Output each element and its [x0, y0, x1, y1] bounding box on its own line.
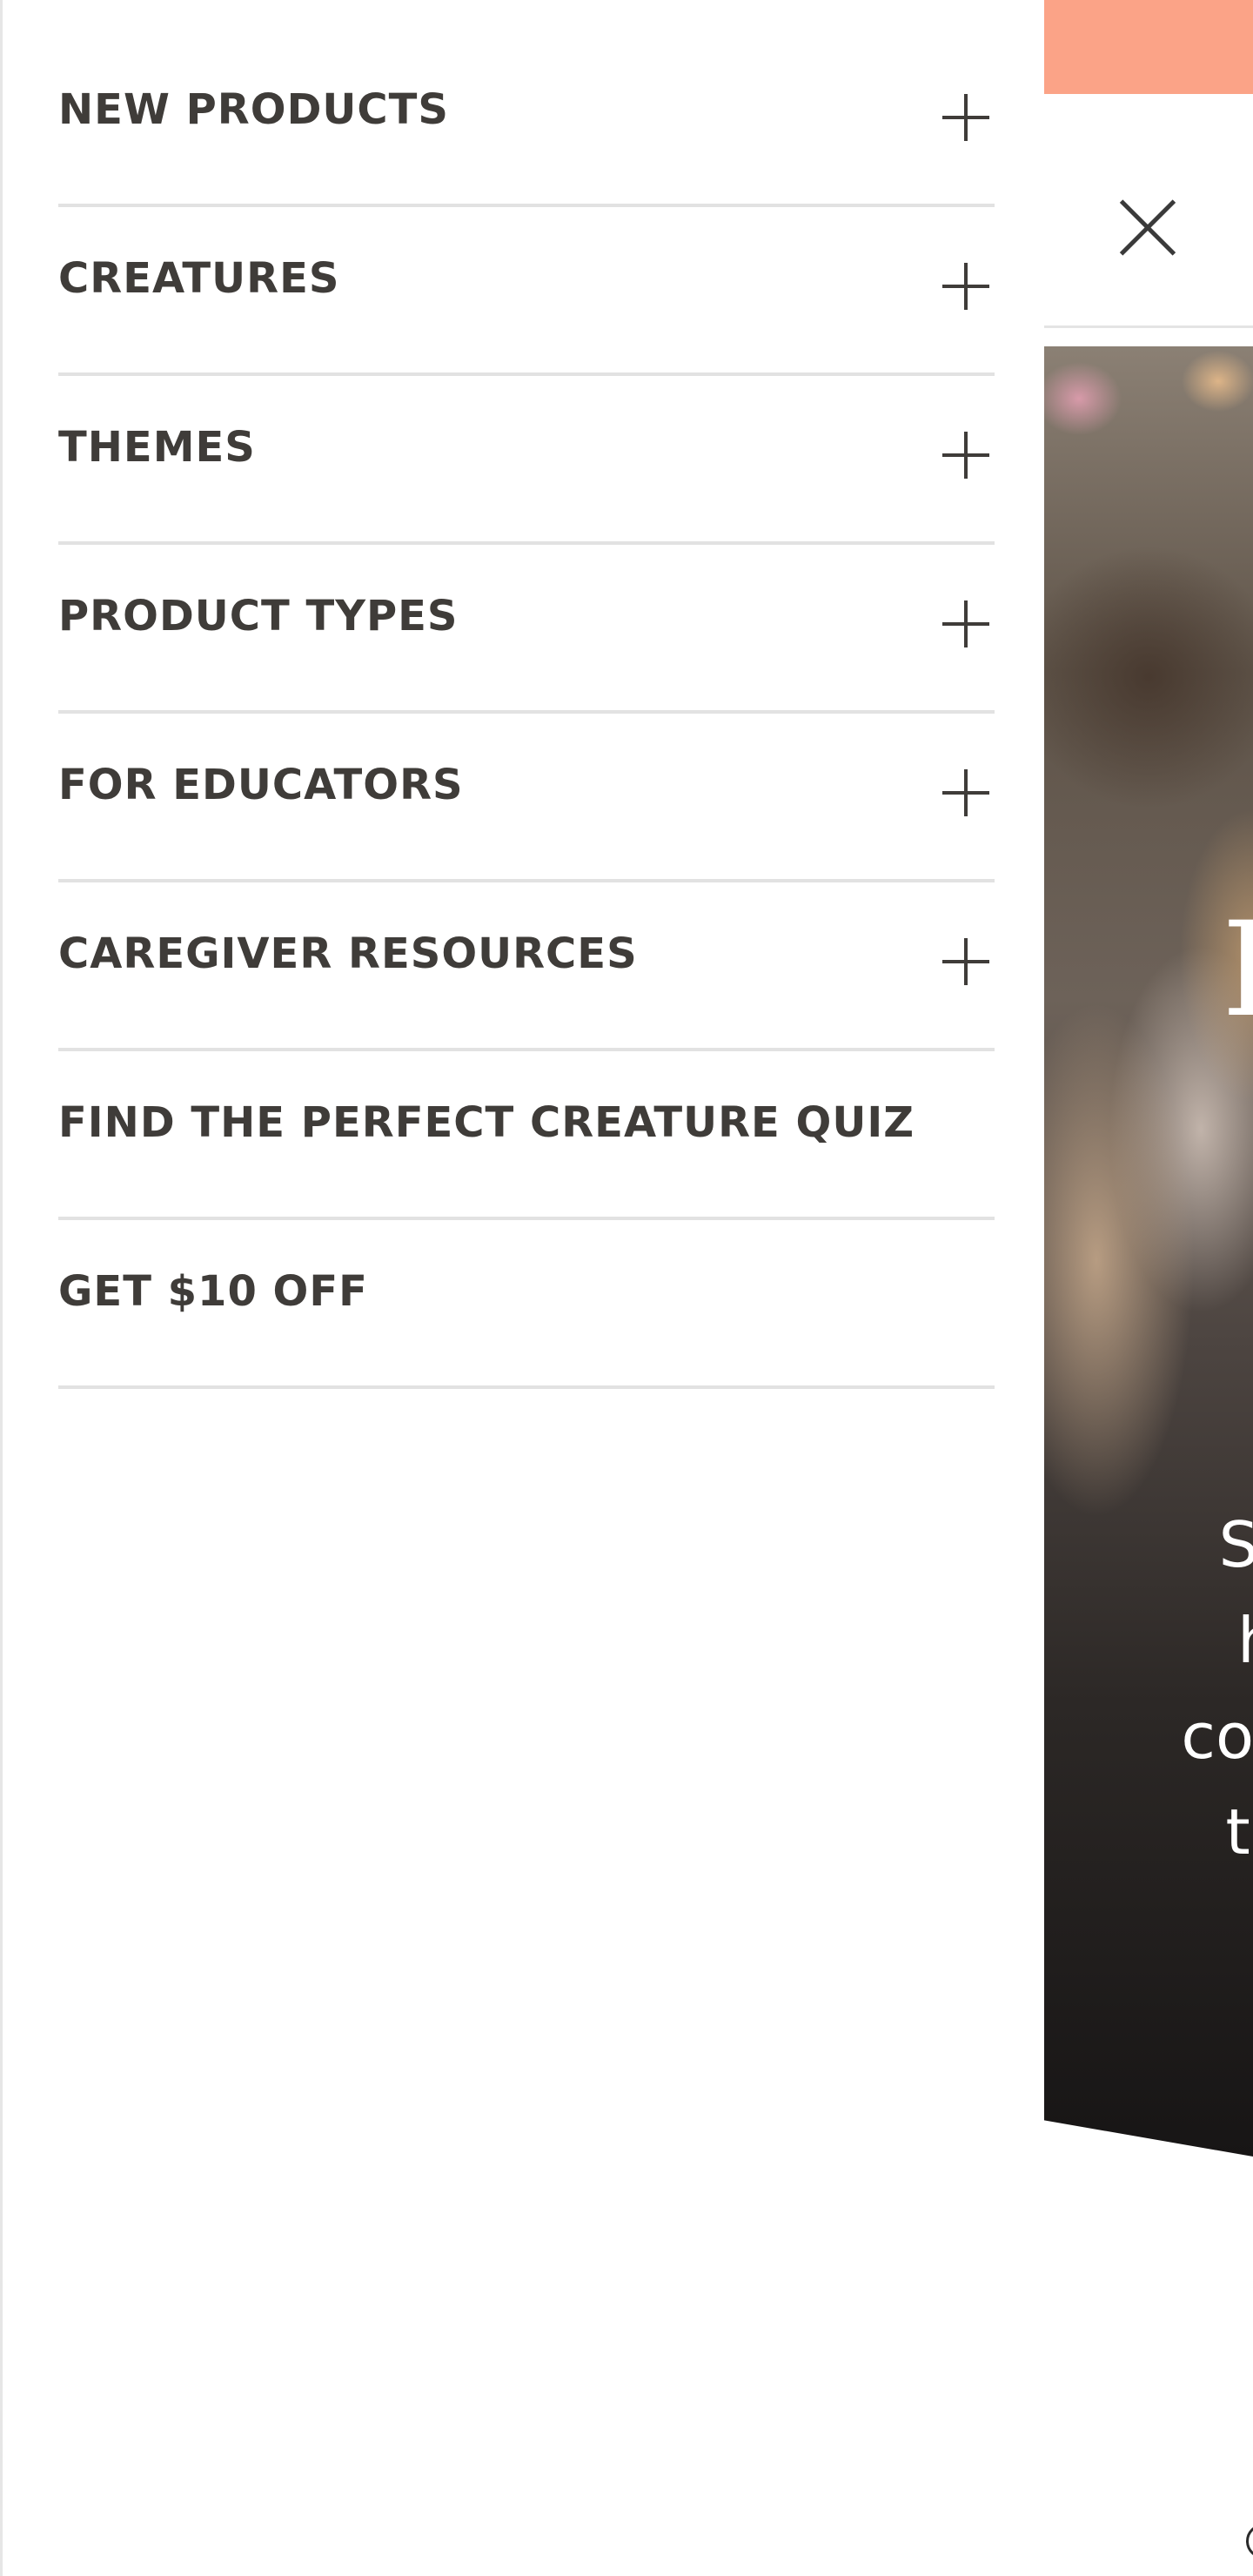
plus-icon[interactable] — [942, 263, 989, 310]
hero-heading: I — [1222, 895, 1253, 1046]
navigation-drawer: NEW PRODUCTS CREATURES THEMES PRODUCT TY… — [0, 0, 1044, 2576]
plus-icon[interactable] — [942, 938, 989, 985]
page: I Slu he conf thr a NEW PRODUCTS CREATUR… — [0, 0, 1253, 2576]
menu-item-for-educators[interactable]: FOR EDUCATORS — [58, 714, 995, 882]
plus-icon[interactable] — [942, 432, 989, 479]
plus-icon[interactable] — [942, 94, 989, 141]
menu-item-label: CAREGIVER RESOURCES — [58, 929, 638, 978]
menu-item-label: NEW PRODUCTS — [58, 85, 449, 134]
header-divider — [1044, 325, 1253, 328]
menu-item-get-10-off[interactable]: GET $10 OFF — [58, 1220, 995, 1389]
close-icon[interactable] — [1105, 188, 1183, 266]
menu-item-creature-quiz[interactable]: FIND THE PERFECT CREATURE QUIZ — [58, 1051, 995, 1220]
menu-item-creatures[interactable]: CREATURES — [58, 207, 995, 376]
plus-icon[interactable] — [942, 600, 989, 647]
menu-item-label: CREATURES — [58, 254, 340, 303]
plus-icon[interactable] — [942, 769, 989, 816]
drawer-menu: NEW PRODUCTS CREATURES THEMES PRODUCT TY… — [58, 38, 995, 1389]
announcement-bar — [1044, 0, 1253, 94]
menu-item-product-types[interactable]: PRODUCT TYPES — [58, 545, 995, 714]
menu-item-label: FOR EDUCATORS — [58, 761, 464, 809]
menu-item-label: PRODUCT TYPES — [58, 592, 459, 641]
menu-item-new-products[interactable]: NEW PRODUCTS — [58, 38, 995, 207]
menu-item-themes[interactable]: THEMES — [58, 376, 995, 545]
menu-item-label: GET $10 OFF — [58, 1267, 368, 1316]
menu-item-label: THEMES — [58, 423, 256, 472]
menu-item-label: FIND THE PERFECT CREATURE QUIZ — [58, 1098, 915, 1147]
chat-widget-edge[interactable] — [1246, 2524, 1253, 2559]
menu-item-caregiver-resources[interactable]: CAREGIVER RESOURCES — [58, 882, 995, 1051]
